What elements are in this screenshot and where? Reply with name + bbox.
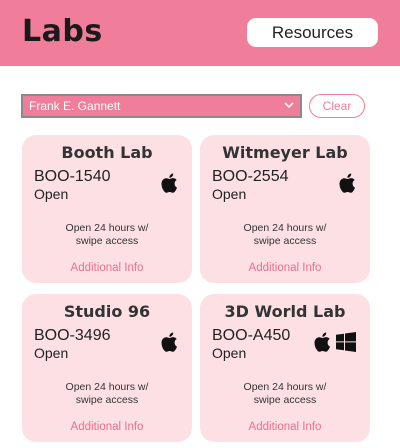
filter-bar: Frank E. Gannett Clear (21, 94, 365, 118)
lab-hours: Open 24 hours w/ swipe access (200, 381, 370, 407)
lab-status: Open (34, 345, 69, 361)
lab-card[interactable]: Booth Lab BOO-1540 Open Open 24 hours w/… (22, 135, 192, 283)
lab-hours-line: Open 24 hours w/ (243, 381, 327, 393)
lab-hours-line: swipe access (253, 394, 317, 406)
additional-info-link[interactable]: Additional Info (200, 262, 370, 274)
lab-hours: Open 24 hours w/ swipe access (22, 381, 192, 407)
chevron-down-icon (284, 99, 294, 113)
building-select[interactable]: Frank E. Gannett (21, 94, 302, 118)
apple-icon (314, 332, 331, 352)
additional-info-link[interactable]: Additional Info (200, 421, 370, 433)
windows-icon (336, 332, 356, 352)
lab-code: BOO-2554 (212, 168, 289, 185)
lab-hours-line: Open 24 hours w/ (243, 222, 327, 234)
lab-hours-line: swipe access (75, 235, 139, 247)
lab-hours: Open 24 hours w/ swipe access (22, 222, 192, 248)
lab-name: Studio 96 (63, 302, 151, 321)
lab-name: 3D World Lab (224, 302, 346, 321)
lab-hours: Open 24 hours w/ swipe access (200, 222, 370, 248)
lab-code: BOO-A450 (212, 327, 291, 344)
additional-info-link[interactable]: Additional Info (22, 421, 192, 433)
lab-name: Witmeyer Lab (222, 143, 348, 162)
lab-code: BOO-1540 (34, 168, 111, 185)
lab-hours-line: swipe access (75, 394, 139, 406)
lab-hours-line: Open 24 hours w/ (65, 222, 149, 234)
page-title: Labs (22, 14, 103, 49)
lab-code: BOO-3496 (34, 327, 111, 344)
apple-icon (161, 173, 178, 193)
lab-card[interactable]: Witmeyer Lab BOO-2554 Open Open 24 hours… (200, 135, 370, 283)
apple-icon (161, 332, 178, 352)
building-select-value: Frank E. Gannett (29, 99, 121, 113)
apple-icon (339, 173, 356, 193)
lab-status: Open (212, 345, 247, 361)
lab-status: Open (34, 186, 69, 202)
additional-info-link[interactable]: Additional Info (22, 262, 192, 274)
lab-hours-line: Open 24 hours w/ (65, 381, 149, 393)
lab-status: Open (212, 186, 247, 202)
lab-name: Booth Lab (61, 143, 153, 162)
app-header: Labs Resources (0, 0, 400, 66)
lab-hours-line: swipe access (253, 235, 317, 247)
lab-card[interactable]: Studio 96 BOO-3496 Open Open 24 hours w/… (22, 294, 192, 442)
clear-button[interactable]: Clear (309, 94, 365, 118)
resources-button[interactable]: Resources (247, 18, 378, 47)
lab-card[interactable]: 3D World Lab BOO-A450 Open Open 24 hours… (200, 294, 370, 442)
